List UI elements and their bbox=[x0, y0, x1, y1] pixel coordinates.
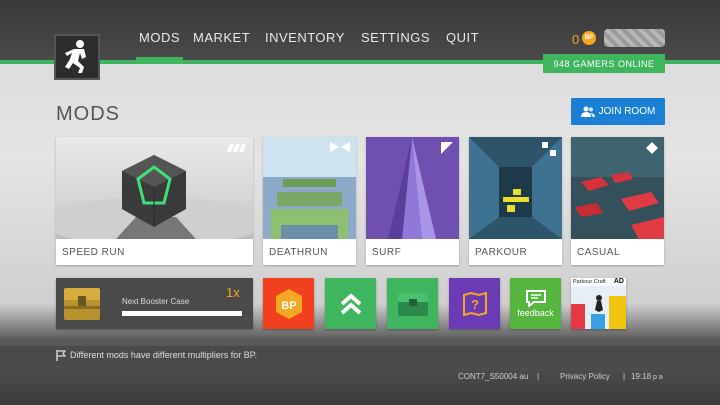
join-room-label: JOIN ROOM bbox=[598, 106, 656, 117]
player-name-plate[interactable] bbox=[604, 29, 665, 47]
users-icon bbox=[580, 106, 595, 117]
booster-progress-bar bbox=[122, 311, 242, 316]
mode-card-deathrun[interactable]: DEATHRUN bbox=[263, 137, 356, 265]
case-icon bbox=[397, 292, 428, 316]
svg-text:BP: BP bbox=[281, 300, 296, 312]
coin-count: 0 bbox=[572, 32, 580, 47]
booster-label: Next Booster Case bbox=[122, 297, 190, 306]
mode-label: SURF bbox=[372, 247, 402, 258]
clock-time: 19:18 bbox=[631, 372, 652, 381]
mode-label: CASUAL bbox=[577, 247, 621, 258]
clock-suffix: p a bbox=[653, 374, 663, 381]
page-title: MODS bbox=[56, 103, 120, 125]
footer-separator: | bbox=[537, 372, 540, 381]
flag-icon bbox=[56, 350, 66, 361]
mode-label: PARKOUR bbox=[475, 247, 528, 258]
mode-card-surf[interactable]: SURF bbox=[366, 137, 459, 265]
triangle-icon bbox=[441, 142, 453, 154]
double-chevron-up-icon bbox=[340, 292, 361, 314]
mode-label: SPEED RUN bbox=[62, 247, 125, 258]
squares-icon bbox=[542, 142, 556, 156]
privacy-policy-link[interactable]: Privacy Policy bbox=[560, 372, 610, 381]
booster-multiplier: 1x bbox=[226, 285, 240, 300]
coin-icon: BP bbox=[582, 31, 596, 45]
mystery-tile[interactable]: ? bbox=[449, 278, 500, 329]
nav-mods[interactable]: MODS bbox=[136, 30, 183, 60]
mode-card-speed-run[interactable]: SPEED RUN bbox=[56, 137, 253, 265]
mode-card-casual[interactable]: CASUAL bbox=[571, 137, 664, 265]
booster-case-panel[interactable]: Next Booster Case 1x bbox=[56, 278, 253, 329]
ad-title: Parkour Craft bbox=[573, 279, 606, 285]
feedback-label: feedback bbox=[517, 308, 554, 318]
nav-inventory[interactable]: INVENTORY bbox=[265, 30, 345, 45]
nav-quit[interactable]: QUIT bbox=[446, 30, 479, 45]
game-logo[interactable] bbox=[54, 34, 100, 80]
mode-thumbnail bbox=[263, 137, 356, 239]
footer-separator: | bbox=[623, 372, 626, 381]
server-id: CONT7_S50004 au bbox=[458, 372, 529, 381]
signal-bars-icon bbox=[227, 144, 246, 152]
ad-tile[interactable]: Parkour Craft AD bbox=[571, 278, 626, 329]
diamond-icon bbox=[646, 142, 658, 154]
nav-settings[interactable]: SETTINGS bbox=[361, 30, 430, 45]
mode-thumbnail bbox=[56, 137, 253, 239]
feedback-tile[interactable]: feedback bbox=[510, 278, 561, 329]
booster-progress-fill bbox=[122, 311, 242, 316]
nav-market[interactable]: MARKET bbox=[193, 30, 250, 45]
case-tile[interactable] bbox=[387, 278, 438, 329]
bowtie-icon bbox=[330, 142, 350, 152]
question-map-icon: ? bbox=[462, 291, 487, 316]
booster-case-icon bbox=[64, 288, 100, 320]
mode-card-parkour[interactable]: PARKOUR bbox=[469, 137, 562, 265]
tip-bar: Different mods have different multiplier… bbox=[0, 346, 720, 366]
svg-text:?: ? bbox=[471, 297, 479, 312]
online-count-badge: 948 GAMERS ONLINE bbox=[543, 54, 665, 73]
ad-badge: AD bbox=[613, 278, 624, 285]
tip-text: Different mods have different multiplier… bbox=[70, 350, 258, 360]
rank-up-tile[interactable] bbox=[325, 278, 376, 329]
parkour-runner-icon bbox=[65, 40, 86, 73]
bp-tile[interactable]: BP bbox=[263, 278, 314, 329]
mode-label: DEATHRUN bbox=[269, 247, 328, 258]
parkour-craft-ad-art bbox=[571, 286, 626, 329]
bp-badge-icon: BP bbox=[275, 288, 302, 319]
join-room-button[interactable]: JOIN ROOM bbox=[571, 98, 665, 125]
speech-bubble-icon bbox=[525, 290, 546, 307]
